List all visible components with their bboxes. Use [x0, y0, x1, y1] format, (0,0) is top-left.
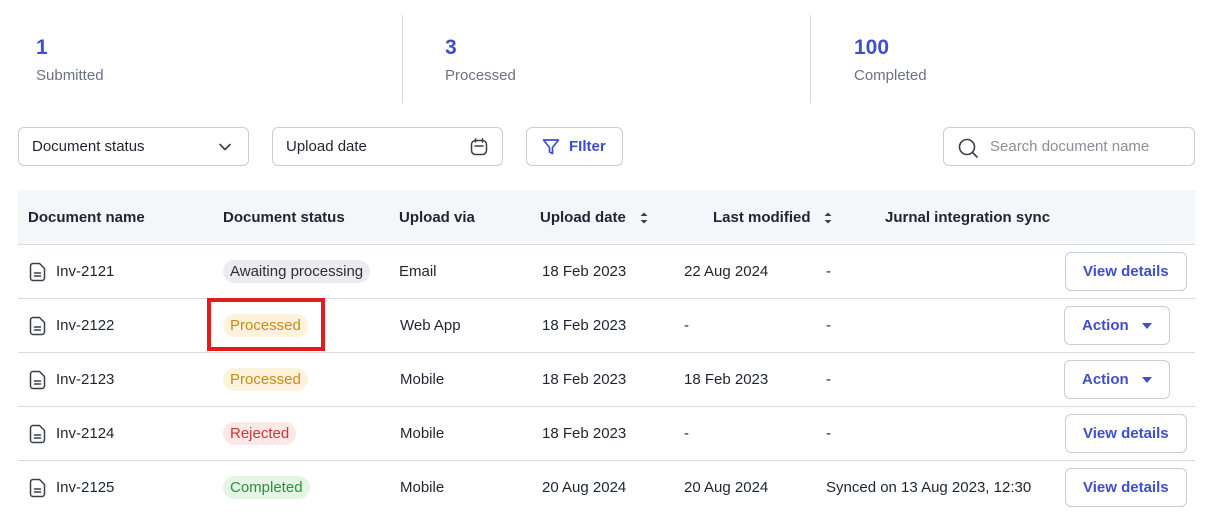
- upload-date: 18 Feb 2023: [542, 371, 627, 388]
- search-input[interactable]: Search document name: [943, 127, 1195, 166]
- status-badge: Awaiting processing: [223, 260, 371, 283]
- column-header-upload-date[interactable]: Upload date: [540, 209, 626, 226]
- caret-down-icon: [1142, 377, 1152, 383]
- filter-button[interactable]: FIlter: [526, 127, 623, 166]
- view-details-button[interactable]: View details: [1065, 252, 1187, 291]
- column-header-last-modified[interactable]: Last modified: [713, 209, 811, 226]
- document-status-select-value: Document status: [32, 138, 145, 155]
- view-details-button[interactable]: View details: [1065, 468, 1187, 507]
- document-name[interactable]: Inv-2122: [56, 317, 114, 334]
- upload-date: 20 Aug 2024: [542, 479, 627, 496]
- status-badge: Completed: [223, 476, 310, 499]
- last-modified: 22 Aug 2024: [684, 263, 769, 280]
- jurnal-sync: -: [826, 425, 831, 442]
- status-badge: Rejected: [223, 422, 297, 445]
- sort-icon[interactable]: [823, 210, 833, 226]
- upload-date: 18 Feb 2023: [542, 425, 627, 442]
- upload-via: Mobile: [400, 479, 445, 496]
- document-icon: [29, 478, 47, 498]
- document-name[interactable]: Inv-2121: [56, 263, 114, 280]
- action-dropdown-button[interactable]: Action: [1064, 306, 1170, 345]
- document-icon: [29, 262, 47, 282]
- column-header-upload-via: Upload via: [399, 209, 475, 226]
- table-row: Inv-2123 Processed Mobile 18 Feb 2023 18…: [18, 353, 1195, 407]
- action-label: Action: [1082, 371, 1129, 388]
- table-row: Inv-2125 Completed Mobile 20 Aug 2024 20…: [18, 461, 1195, 515]
- calendar-icon: [469, 137, 489, 157]
- stat-label: Submitted: [36, 67, 104, 84]
- column-header-document-status: Document status: [223, 209, 345, 226]
- caret-down-icon: [1142, 323, 1152, 329]
- action-dropdown-button[interactable]: Action: [1064, 360, 1170, 399]
- view-details-label: View details: [1083, 263, 1169, 280]
- column-header-jurnal-sync: Jurnal integration sync: [885, 209, 1051, 226]
- upload-via: Web App: [400, 317, 461, 334]
- stat-label: Completed: [854, 67, 927, 84]
- document-status-select[interactable]: Document status: [18, 127, 249, 166]
- table-row: Inv-2122 Processed Web App 18 Feb 2023 -…: [18, 299, 1195, 353]
- jurnal-sync: -: [826, 263, 831, 280]
- document-name[interactable]: Inv-2123: [56, 371, 114, 388]
- document-name[interactable]: Inv-2125: [56, 479, 114, 496]
- stat-label: Processed: [445, 67, 516, 84]
- stat-divider: [810, 15, 811, 103]
- filter-button-label: FIlter: [569, 138, 606, 155]
- upload-date: 18 Feb 2023: [542, 317, 627, 334]
- document-icon: [29, 424, 47, 444]
- upload-via: Email: [399, 263, 437, 280]
- table-row: Inv-2121 Awaiting processing Email 18 Fe…: [18, 245, 1195, 299]
- upload-date-picker[interactable]: Upload date: [272, 127, 503, 166]
- sort-icon[interactable]: [639, 210, 649, 226]
- search-placeholder: Search document name: [990, 138, 1150, 155]
- stats-summary: 1 Submitted 3 Processed 100 Completed: [0, 0, 1219, 104]
- stat-value: 100: [854, 36, 890, 59]
- upload-date-picker-value: Upload date: [286, 138, 367, 155]
- search-icon: [957, 137, 979, 159]
- documents-page: 1 Submitted 3 Processed 100 Completed Do…: [0, 0, 1219, 515]
- last-modified: -: [684, 317, 689, 334]
- document-name[interactable]: Inv-2124: [56, 425, 114, 442]
- stat-value: 1: [36, 36, 48, 59]
- stat-value: 3: [445, 36, 457, 59]
- status-badge: Processed: [223, 314, 308, 337]
- chevron-down-icon: [218, 140, 232, 154]
- upload-date: 18 Feb 2023: [542, 263, 627, 280]
- jurnal-sync: Synced on 13 Aug 2023, 12:30: [826, 479, 1032, 496]
- stat-divider: [402, 15, 403, 103]
- filter-icon: [541, 137, 561, 157]
- upload-via: Mobile: [400, 425, 445, 442]
- document-icon: [29, 316, 47, 336]
- last-modified: 20 Aug 2024: [684, 479, 769, 496]
- table-header: Document name Document status Upload via…: [18, 190, 1195, 245]
- last-modified: 18 Feb 2023: [684, 371, 769, 388]
- upload-via: Mobile: [400, 371, 445, 388]
- jurnal-sync: -: [826, 371, 831, 388]
- status-badge: Processed: [223, 368, 308, 391]
- action-label: Action: [1082, 317, 1129, 334]
- view-details-button[interactable]: View details: [1065, 414, 1187, 453]
- document-icon: [29, 370, 47, 390]
- last-modified: -: [684, 425, 689, 442]
- jurnal-sync: -: [826, 317, 831, 334]
- view-details-label: View details: [1083, 425, 1169, 442]
- view-details-label: View details: [1083, 479, 1169, 496]
- column-header-document-name: Document name: [28, 209, 145, 226]
- table-row: Inv-2124 Rejected Mobile 18 Feb 2023 - -…: [18, 407, 1195, 461]
